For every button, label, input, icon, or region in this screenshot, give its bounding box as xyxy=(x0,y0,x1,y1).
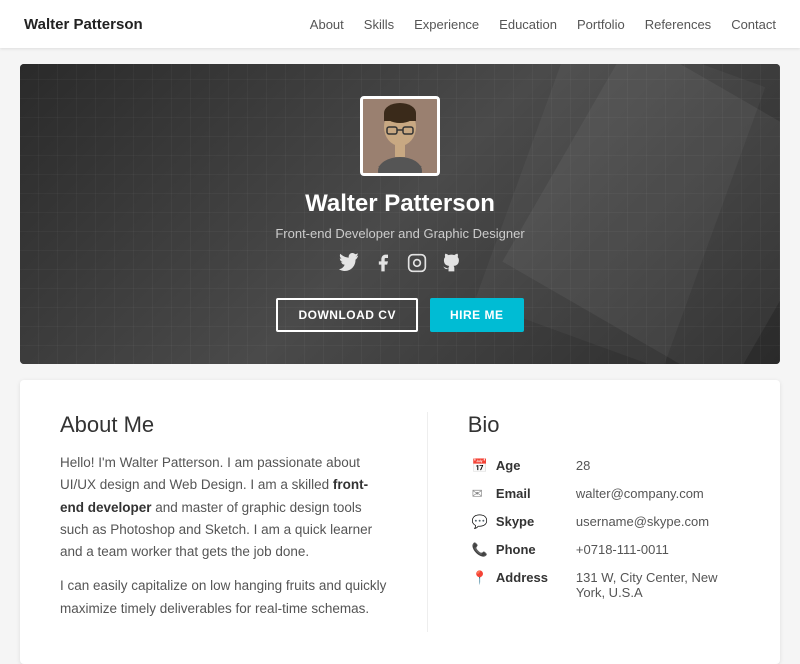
nav-contact[interactable]: Contact xyxy=(731,17,776,32)
bio-icon: 📅 xyxy=(468,452,492,480)
nav-skills[interactable]: Skills xyxy=(364,17,394,32)
bio-label: Email xyxy=(492,480,572,508)
nav-portfolio[interactable]: Portfolio xyxy=(577,17,625,32)
bio-value: +0718-111-0011 xyxy=(572,536,740,564)
bio-icon: 📞 xyxy=(468,536,492,564)
avatar xyxy=(360,96,440,176)
bio-row: ✉ Email walter@company.com xyxy=(468,480,740,508)
hero-section: Walter Patterson Front-end Developer and… xyxy=(20,64,780,364)
hero-content: Walter Patterson Front-end Developer and… xyxy=(275,96,524,332)
bio-label: Phone xyxy=(492,536,572,564)
bio-row: 📅 Age 28 xyxy=(468,452,740,480)
nav-experience[interactable]: Experience xyxy=(414,17,479,32)
about-section: About Me Hello! I'm Walter Patterson. I … xyxy=(20,380,780,664)
about-left: About Me Hello! I'm Walter Patterson. I … xyxy=(60,412,387,632)
bio-section: Bio 📅 Age 28 ✉ Email walter@company.com … xyxy=(427,412,740,632)
download-cv-button[interactable]: DOWNLOAD CV xyxy=(276,298,418,332)
bio-table: 📅 Age 28 ✉ Email walter@company.com 💬 Sk… xyxy=(468,452,740,606)
nav-about[interactable]: About xyxy=(310,17,344,32)
bio-row: 📞 Phone +0718-111-0011 xyxy=(468,536,740,564)
bio-value: walter@company.com xyxy=(572,480,740,508)
nav-education[interactable]: Education xyxy=(499,17,557,32)
bio-label: Skype xyxy=(492,508,572,536)
bio-label: Age xyxy=(492,452,572,480)
hero-buttons: DOWNLOAD CV HIRE ME xyxy=(276,298,523,332)
navbar: Walter Patterson About Skills Experience Ed… xyxy=(0,0,800,48)
bio-icon: ✉ xyxy=(468,480,492,508)
hero-social-icons xyxy=(339,253,461,278)
bio-value: 28 xyxy=(572,452,740,480)
github-icon[interactable] xyxy=(441,253,461,278)
nav-references[interactable]: References xyxy=(645,17,711,32)
bio-icon: 💬 xyxy=(468,508,492,536)
bio-value: username@skype.com xyxy=(572,508,740,536)
twitter-icon[interactable] xyxy=(339,253,359,278)
hire-me-button[interactable]: HIRE ME xyxy=(430,298,524,332)
nav-links: About Skills Experience Education Portfolio R… xyxy=(310,17,776,32)
bio-row: 💬 Skype username@skype.com xyxy=(468,508,740,536)
about-paragraph-2: I can easily capitalize on low hanging f… xyxy=(60,575,387,620)
bio-title: Bio xyxy=(468,412,740,438)
about-title: About Me xyxy=(60,412,387,438)
about-paragraph-1: Hello! I'm Walter Patterson. I am passio… xyxy=(60,452,387,563)
nav-logo: Walter Patterson xyxy=(24,16,143,33)
hero-name: Walter Patterson xyxy=(305,190,495,218)
facebook-icon[interactable] xyxy=(373,253,393,278)
hero-title: Front-end Developer and Graphic Designer xyxy=(275,226,524,241)
instagram-icon[interactable] xyxy=(407,253,427,278)
